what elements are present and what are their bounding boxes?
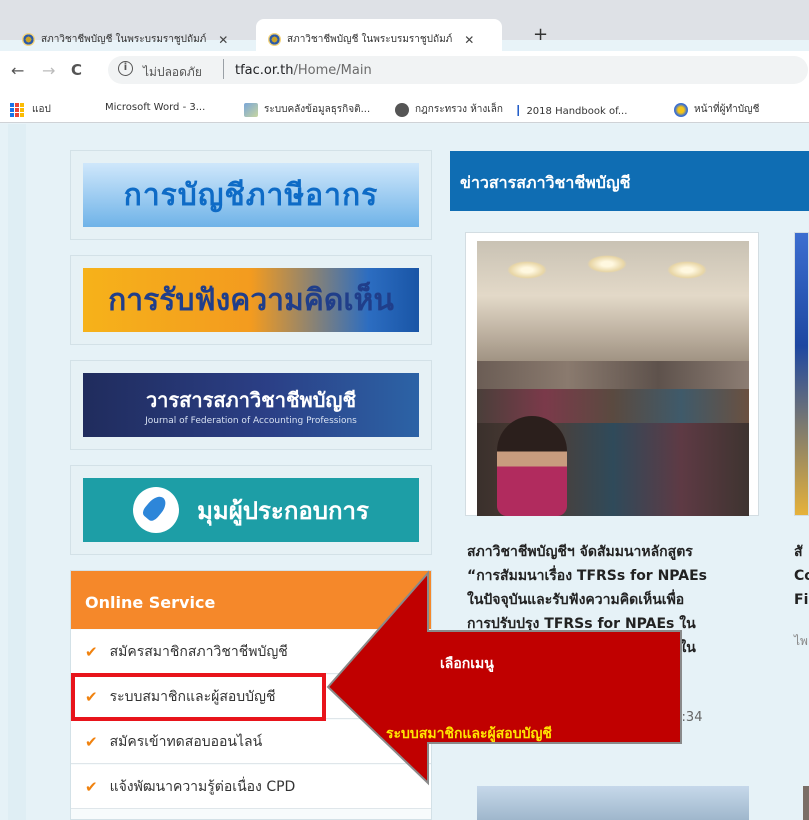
bookmark-label: ระบบคลังข้อมูลธุรกิจติ... — [264, 104, 371, 115]
bookmark-label: กฎกระทรวง ห้างเล็ก — [415, 104, 503, 115]
banner-tax-accounting[interactable]: การบัญชีภาษีอากร — [70, 150, 432, 240]
banner-subtext: Journal of Federation of Accounting Prof… — [145, 416, 357, 426]
browser-tab-2[interactable]: สภาวิชาชีพบัญชี ในพระบรมราชูปถัมภ์ ✕ — [268, 26, 474, 53]
bookmark-label: หน้าที่ผู้ทำบัญชี — [694, 104, 760, 115]
news-card-2-headline[interactable]: สั Co Fi — [794, 540, 809, 612]
bookmark-word[interactable]: Microsoft Word - 3... — [105, 102, 205, 113]
banner-entrepreneur[interactable]: มุมผู้ประกอบการ — [70, 465, 432, 555]
banner-text: การรับฟังความคิดเห็น — [83, 268, 419, 332]
bookmark-handbook[interactable]: I 2018 Handbook of... — [516, 102, 627, 120]
address-divider — [223, 59, 224, 79]
bookmark-apps[interactable]: แอป — [10, 102, 51, 117]
url-text[interactable]: tfac.or.th/Home/Main — [235, 63, 372, 78]
banner-content: วารสารสภาวิชาชีพบัญชี Journal of Federat… — [83, 373, 419, 437]
address-bar[interactable] — [108, 56, 808, 84]
check-icon: ✔ — [85, 777, 98, 796]
forward-button[interactable]: → — [42, 61, 55, 80]
service-item-label: สมัครสมาชิกสภาวิชาชีพบัญชี — [109, 643, 288, 660]
service-item-label: สมัครเข้าทดสอบออนไลน์ — [109, 733, 263, 750]
news-photo[interactable] — [477, 241, 749, 516]
headline-line: Fi — [794, 592, 809, 608]
back-button[interactable]: ← — [11, 61, 24, 80]
browser-tab-1[interactable]: สภาวิชาชีพบัญชี ในพระบรมราชูปถัมภ์ ✕ — [22, 26, 228, 53]
globe-icon — [395, 102, 409, 117]
headline-line: Co — [794, 568, 809, 584]
url-path: /Home/Main — [293, 63, 372, 78]
check-icon: ✔ — [85, 732, 98, 751]
attendee-figure — [497, 416, 567, 516]
image-icon — [244, 102, 258, 117]
chandelier — [667, 261, 707, 279]
headline-line: สภาวิชาชีพบัญชีฯ จัดสัมมนาหลักสูตร — [467, 544, 693, 560]
news-card-2-meta: ไพ — [794, 634, 808, 648]
rocket-icon — [133, 487, 180, 533]
bookmark-ministerial[interactable]: กฎกระทรวง ห้างเล็ก — [395, 102, 503, 117]
text-cursor-icon: I — [516, 102, 521, 120]
check-icon: ✔ — [85, 642, 98, 661]
bookmark-label: แอป — [32, 104, 51, 115]
news-card-2-photo[interactable] — [794, 232, 809, 516]
apps-icon — [10, 102, 24, 117]
tfac-favicon-icon — [22, 33, 35, 46]
reload-button[interactable]: C — [71, 61, 82, 79]
close-tab-icon[interactable]: ✕ — [464, 33, 474, 47]
annotation-line-1: เลือกเมนู — [440, 656, 494, 672]
ball-icon — [674, 102, 688, 117]
news-title: ข่าวสารสภาวิชาชีพบัญชี — [460, 173, 631, 192]
bookmark-dbd[interactable]: ระบบคลังข้อมูลธุรกิจติ... — [244, 102, 370, 117]
tab-title: สภาวิชาชีพบัญชี ในพระบรมราชูปถัมภ์ — [41, 34, 207, 45]
annotation-arrow — [326, 570, 682, 786]
banner-text: การบัญชีภาษีอากร — [83, 163, 419, 227]
banner-public-hearing[interactable]: การรับฟังความคิดเห็น — [70, 255, 432, 345]
news-card-4-photo[interactable] — [803, 786, 809, 820]
left-gutter — [8, 124, 26, 820]
arrow-shape — [326, 570, 682, 786]
headline-line: สั — [794, 544, 803, 560]
banner-journal[interactable]: วารสารสภาวิชาชีพบัญชี Journal of Federat… — [70, 360, 432, 450]
news-header: ข่าวสารสภาวิชาชีพบัญชี — [450, 151, 809, 211]
bookmark-label: Microsoft Word - 3... — [105, 102, 206, 113]
highlight-box — [71, 673, 326, 721]
tfac-favicon-icon — [268, 33, 281, 46]
banner-text: วารสารสภาวิชาชีพบัญชี — [145, 388, 357, 412]
service-item-label: แจ้งพัฒนาความรู้ต่อเนื่อง CPD — [109, 778, 296, 795]
chandelier — [587, 255, 627, 273]
tab-title: สภาวิชาชีพบัญชี ในพระบรมราชูปถัมภ์ — [287, 34, 453, 45]
banner-content: มุมผู้ประกอบการ — [83, 478, 419, 542]
info-icon[interactable]: i — [118, 61, 133, 76]
bookmark-duties[interactable]: หน้าที่ผู้ทำบัญชี — [674, 102, 759, 117]
new-tab-button[interactable]: + — [533, 24, 548, 45]
banner-text: มุมผู้ประกอบการ — [197, 496, 369, 525]
security-status[interactable]: ไม่ปลอดภัย — [143, 63, 202, 82]
news-card-3-photo[interactable] — [477, 786, 749, 820]
close-tab-icon[interactable]: ✕ — [218, 33, 228, 47]
annotation-line-2: ระบบสมาชิกและผู้สอบบัญชี — [386, 726, 552, 742]
bookmark-label: 2018 Handbook of... — [526, 105, 628, 117]
url-domain: tfac.or.th — [235, 63, 294, 78]
chandelier — [507, 261, 547, 279]
